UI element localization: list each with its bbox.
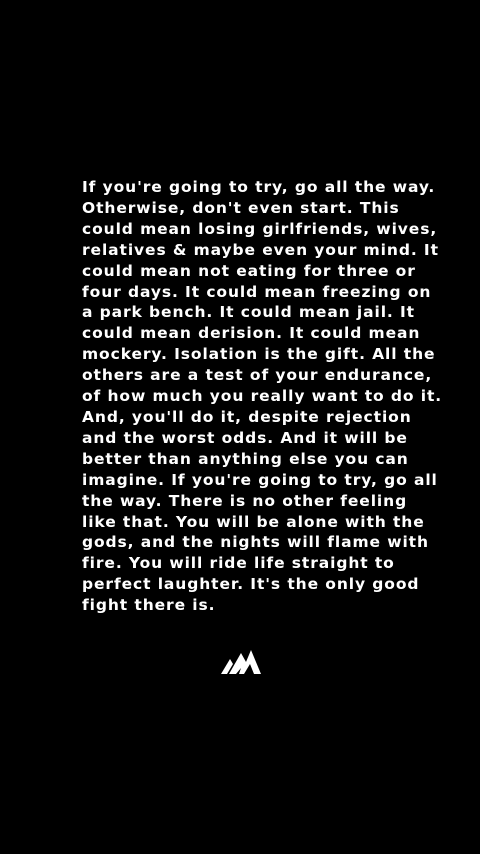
quote-line: fight there is. [82, 596, 216, 615]
quote-line: better than anything else you can [82, 449, 409, 468]
quote-line: others are a test of your endurance, [82, 366, 433, 385]
quote-line: perfect laughter. It's the only good [82, 575, 420, 594]
quote-line: mockery. Isolation is the gift. All the [82, 345, 436, 364]
quote-line: Otherwise, don't even start. This [82, 198, 400, 217]
quote-line: like that. You will be alone with the [82, 512, 425, 531]
quote-line: imagine. If you're going to try, go all [82, 470, 438, 489]
quote-text: If you're going to try, go all the way. … [82, 177, 443, 616]
quote-line: could mean not eating for three or [82, 261, 416, 280]
quote-line: If you're going to try, go all the way. [82, 178, 436, 196]
quote-line: a park bench. It could mean jail. It [82, 303, 415, 322]
quote-line: could mean losing girlfriends, wives, [82, 219, 438, 238]
quote-line: the way. There is no other feeling [82, 491, 408, 510]
quote-line: of how much you really want to do it. [82, 387, 443, 406]
quote-line: gods, and the nights will flame with [82, 533, 429, 552]
mountain-m-logo-icon [220, 647, 262, 675]
quote-line: could mean derision. It could mean [82, 324, 421, 343]
quote-line: four days. It could mean freezing on [82, 282, 432, 301]
quote-line: fire. You will ride life straight to [82, 554, 395, 573]
quote-line: And, you'll do it, despite rejection [82, 407, 412, 426]
quote-line: and the worst odds. And it will be [82, 428, 408, 447]
quote-line: relatives & maybe even your mind. It [82, 240, 439, 259]
